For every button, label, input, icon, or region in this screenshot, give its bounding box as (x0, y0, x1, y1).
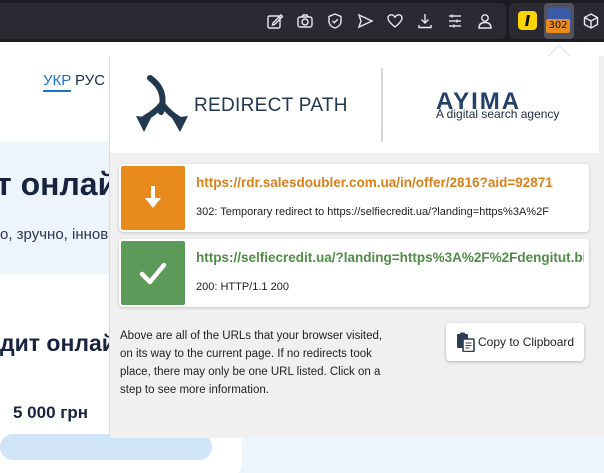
redirect-path-popup: REDIRECT PATH AYIMA A digital search age… (109, 56, 604, 438)
popup-header: REDIRECT PATH AYIMA A digital search age… (110, 56, 599, 153)
heart-icon[interactable] (386, 12, 404, 30)
checkmark-icon (139, 262, 167, 285)
clipboard-icon (457, 332, 475, 352)
redirect-step-row[interactable]: https://rdr.salesdoubler.com.ua/in/offer… (119, 164, 589, 232)
ayima-tagline: A digital search agency (436, 107, 560, 121)
redirect-path-title: REDIRECT PATH (194, 95, 348, 116)
step-url[interactable]: https://rdr.salesdoubler.com.ua/in/offer… (196, 175, 584, 190)
page-heading: т онлай (0, 166, 118, 202)
edit-icon[interactable] (266, 12, 284, 30)
lang-ukr-link[interactable]: УКР (43, 72, 72, 92)
extension-yellow-icon[interactable] (518, 11, 537, 30)
redirect-step-row[interactable]: https://selfiecredit.ua/?landing=https%3… (119, 239, 589, 307)
info-text: Above are all of the URLs that your brow… (120, 330, 383, 396)
card-heading: дит онлай (0, 330, 116, 356)
success-status-square (121, 241, 185, 305)
account-icon[interactable] (476, 12, 494, 30)
shield-icon[interactable] (326, 12, 344, 30)
lang-rus-link[interactable]: РУС (75, 72, 105, 89)
header-divider (381, 68, 383, 142)
loan-amount: 5 000 грн (13, 403, 88, 422)
redirect-status-square (121, 166, 185, 230)
redirect-path-logo-icon (136, 75, 188, 132)
copy-to-clipboard-button[interactable]: Copy to Clipboard (446, 323, 584, 361)
down-arrow-icon (145, 186, 161, 208)
step-status: 200: HTTP/1.1 200 (196, 281, 289, 293)
extensions-puzzle-icon[interactable] (582, 12, 600, 30)
send-icon[interactable] (356, 12, 374, 30)
browser-toolbar: 302 (0, 0, 604, 42)
copy-button-label: Copy to Clipboard (478, 335, 575, 349)
step-status: 302: Temporary redirect to https://selfi… (196, 206, 549, 218)
redirect-count-badge: 302 (546, 19, 570, 33)
screenshot-icon[interactable] (296, 12, 314, 30)
download-icon[interactable] (416, 12, 434, 30)
menu-lines-icon[interactable] (446, 12, 464, 30)
page-subheading: о, зручно, іннов (0, 226, 109, 243)
step-url[interactable]: https://selfiecredit.ua/?landing=https%3… (196, 250, 584, 265)
